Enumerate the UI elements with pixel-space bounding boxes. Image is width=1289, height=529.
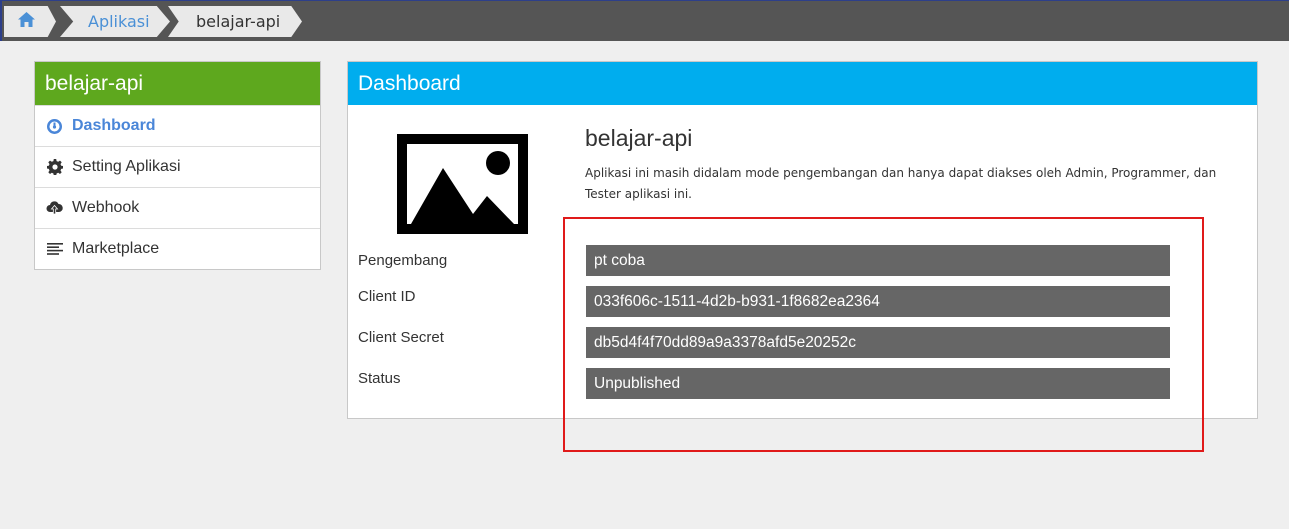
app-name: belajar-api [585,125,693,151]
sidebar-item-label: Setting Aplikasi [72,158,181,175]
sidebar-title: belajar-api [35,62,320,105]
breadcrumb-aplikasi-label: Aplikasi [88,12,150,31]
image-placeholder-icon [397,134,528,234]
sidebar-item-marketplace[interactable]: Marketplace [35,228,320,269]
status-label: Status [358,370,401,387]
highlight-annotation [563,217,1204,452]
panel-title: Dashboard [348,62,1257,105]
sidebar: belajar-api Dashboard Setting Aplikasi W… [34,61,321,270]
sidebar-item-label: Webhook [72,199,140,216]
app-description: Aplikasi ini masih didalam mode pengemba… [585,166,1217,201]
gear-icon [46,159,63,176]
pengembang-label: Pengembang [358,252,448,269]
sidebar-item-label: Marketplace [72,240,160,257]
breadcrumb-current-label: belajar-api [196,12,281,31]
breadcrumb: Aplikasi belajar-api [4,6,302,37]
breadcrumb-bar: Aplikasi belajar-api [0,0,1289,41]
dashboard-icon [46,118,63,135]
client-secret-label: Client Secret [358,329,444,346]
cloud-upload-icon [46,200,63,217]
home-icon [17,12,35,31]
client-id-label: Client ID [358,288,416,305]
sidebar-item-dashboard[interactable]: Dashboard [35,105,320,146]
breadcrumb-aplikasi[interactable]: Aplikasi [60,6,170,37]
sidebar-item-webhook[interactable]: Webhook [35,187,320,228]
list-icon [46,241,63,258]
breadcrumb-home[interactable] [4,6,56,37]
breadcrumb-current: belajar-api [168,6,302,37]
sidebar-item-setting-aplikasi[interactable]: Setting Aplikasi [35,146,320,187]
sidebar-item-label: Dashboard [72,117,156,134]
